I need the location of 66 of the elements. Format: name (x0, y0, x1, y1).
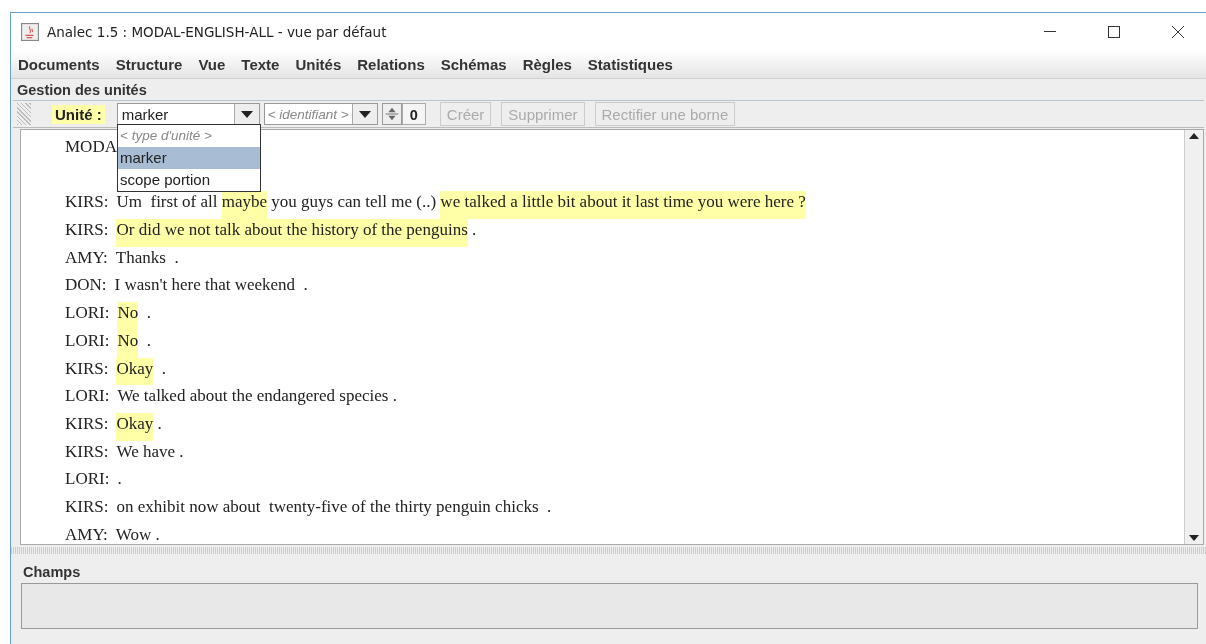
speaker-label: LORI: (65, 468, 110, 491)
speaker-label: KIRS: (65, 357, 109, 380)
scroll-up-icon[interactable] (1189, 133, 1199, 139)
speaker-label: AMY: (65, 523, 108, 544)
dropdown-option[interactable]: scope portion (118, 169, 260, 191)
utterance-text: on exhibit now about twenty-five of the thirty penguin chicks . (116, 495, 552, 518)
utterance-text: you guys can tell me (..) (270, 191, 438, 214)
highlighted-text: No (117, 329, 139, 358)
dropdown-option[interactable]: < type d'unité > (118, 125, 260, 147)
scroll-down-icon[interactable] (1189, 535, 1199, 541)
menu-item[interactable]: Relations (351, 53, 431, 75)
utterance-text: . (156, 412, 162, 435)
menu-item[interactable]: Structure (109, 53, 189, 75)
utterance-text: Wow . (115, 523, 160, 544)
identifier-dropdown[interactable]: < identifiant > (263, 103, 378, 125)
caret-icon (240, 110, 253, 118)
menu-item[interactable]: Texte (235, 53, 286, 75)
highlighted-text: Or did we not talk about the history of the penguins (116, 219, 468, 247)
speaker-label: AMY: (65, 246, 108, 269)
toolbar-grip[interactable] (17, 103, 31, 125)
unit-type-dropdown[interactable]: marker (116, 103, 260, 125)
utterance-text: . (160, 357, 167, 380)
window-title: Analec 1.5 : MODAL-ENGLISH-ALL - vue par défaut (47, 23, 388, 40)
utterance-text: Um first of all (116, 191, 219, 214)
speaker-label: MODA (65, 136, 117, 158)
unit-count: 0 (401, 103, 426, 125)
utterance-text: . (117, 468, 122, 491)
caret-icon (358, 110, 371, 118)
minimize-icon (1044, 30, 1056, 33)
menu-item[interactable]: Statistiques (581, 53, 679, 75)
utterance-text: We talked about the endangered species . (117, 385, 397, 408)
menu-item[interactable]: Unités (289, 53, 348, 75)
close-icon (1172, 25, 1184, 38)
java-app-icon (21, 22, 39, 41)
utterance-text: Thanks . (115, 246, 179, 269)
utterance-text: I wasn't here that weekend . (114, 274, 308, 297)
highlighted-text: No (117, 302, 139, 330)
spinner-arrows[interactable] (381, 103, 402, 125)
utterance-text: We have . (116, 440, 184, 463)
utterance-text: . (145, 302, 151, 325)
dropdown-option[interactable]: marker (118, 147, 260, 169)
group-title: Champs (22, 564, 82, 582)
utterance-text: . (145, 329, 151, 352)
speaker-label: KIRS: (65, 412, 109, 435)
speaker-label: KIRS: (65, 495, 109, 518)
highlighted-text: Okay (116, 412, 154, 441)
speaker-label: LORI: (65, 329, 110, 352)
speaker-label: DON: (65, 274, 107, 297)
unit-label: Unité : (52, 104, 105, 124)
highlighted-text: maybe (221, 191, 268, 220)
splitter[interactable] (11, 547, 1206, 554)
speaker-label: KIRS: (65, 440, 109, 463)
maximize-icon (1108, 25, 1120, 38)
menu-item[interactable]: Schémas (434, 53, 513, 75)
utterance-text: . (471, 219, 477, 242)
scrollbar[interactable] (1184, 130, 1203, 544)
menu-item[interactable]: Règles (516, 53, 578, 75)
speaker-label: KIRS: (65, 191, 109, 214)
speaker-label: KIRS: (65, 219, 109, 242)
speaker-label: LORI: (65, 302, 110, 325)
highlighted-text: we talked a little bit about it last time you were here ? (440, 191, 806, 220)
highlighted-text: Okay (116, 357, 154, 386)
menu-item[interactable]: Vue (192, 53, 232, 75)
group-title: Gestion des unités (16, 81, 148, 100)
speaker-label: LORI: (65, 385, 110, 408)
menu-item[interactable]: Documents (15, 53, 106, 75)
